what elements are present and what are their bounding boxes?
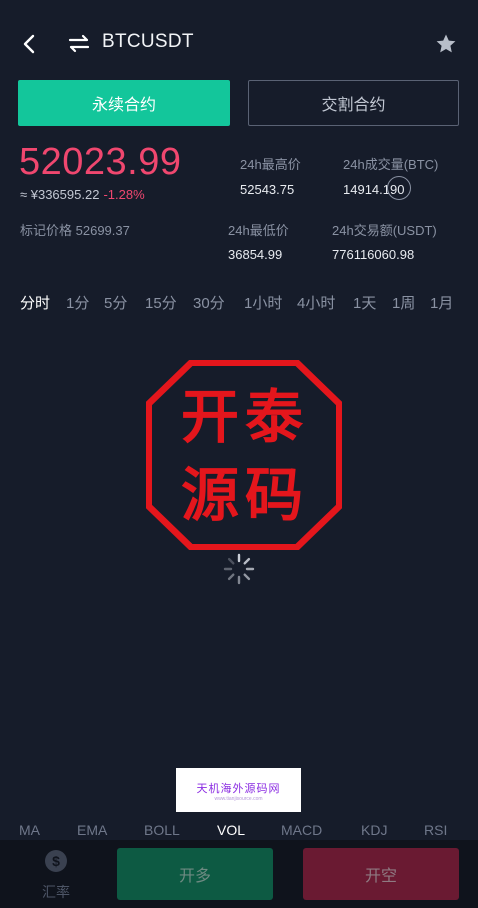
bottom-action-bar: $ 汇率 开多 开空 [0, 840, 478, 908]
tab-1hour[interactable]: 1小时 [244, 292, 282, 313]
tab-15min[interactable]: 15分 [145, 292, 177, 313]
top-bar: BTCUSDT [0, 22, 478, 66]
watermark-stamp: 开泰源码 [146, 360, 342, 550]
low-24h-label: 24h最低价 [228, 223, 289, 238]
tab-delivery-contract[interactable]: 交割合约 [248, 80, 459, 126]
indicator-rsi[interactable]: RSI [424, 822, 447, 838]
indicator-boll[interactable]: BOLL [144, 822, 180, 838]
last-price: 52023.99 [19, 141, 182, 183]
open-short-button[interactable]: 开空 [303, 848, 459, 900]
loading-spinner-icon [223, 553, 255, 585]
volume-24h-label: 24h成交量(BTC) [343, 157, 439, 172]
indicator-vol[interactable]: VOL [217, 822, 245, 838]
stamp-text: 开泰源码 [180, 383, 309, 529]
indicator-kdj[interactable]: KDJ [361, 822, 387, 838]
symbol-title[interactable]: BTCUSDT [102, 31, 194, 53]
time-interval-tabs: 分时 1分 5分 15分 30分 1小时 4小时 1天 1周 1月 [0, 292, 478, 314]
price-change-percent: -1.28% [103, 187, 145, 202]
site-watermark: 天机海外源码网 www.tianjisource.com [176, 768, 301, 812]
tab-1month[interactable]: 1月 [430, 292, 453, 313]
mark-price-row: 标记价格 52699.37 [20, 220, 130, 239]
back-arrow-icon[interactable] [18, 32, 42, 56]
dollar-icon: $ [45, 850, 67, 872]
tab-30min[interactable]: 30分 [193, 292, 225, 313]
exchange-rate-button[interactable]: $ 汇率 [30, 844, 82, 904]
open-long-button[interactable]: 开多 [117, 848, 273, 900]
watermark-subtext: www.tianjisource.com [214, 796, 263, 802]
turnover-24h-value: 776116060.98 [332, 247, 415, 262]
turnover-24h-label: 24h交易额(USDT) [332, 223, 437, 238]
high-24h-value: 52543.75 [240, 182, 295, 197]
indicator-macd[interactable]: MACD [281, 822, 322, 838]
star-icon[interactable] [434, 32, 458, 56]
tab-time-line[interactable]: 分时 [20, 292, 50, 313]
low-24h-value: 36854.99 [228, 247, 283, 262]
high-24h-label: 24h最高价 [240, 157, 301, 172]
swap-icon[interactable] [68, 32, 90, 56]
price-cny: ≈ ¥336595.22 [20, 187, 100, 202]
touch-indicator-icon [387, 176, 411, 200]
exchange-rate-label: 汇率 [42, 884, 70, 900]
tab-5min[interactable]: 5分 [104, 292, 127, 313]
mark-price-value: 52699.37 [75, 223, 130, 238]
tab-4hour[interactable]: 4小时 [297, 292, 335, 313]
indicator-ma[interactable]: MA [19, 822, 40, 838]
tab-1min[interactable]: 1分 [66, 292, 89, 313]
indicator-tabs: MA EMA BOLL VOL MACD KDJ RSI [0, 822, 478, 840]
tab-perpetual-contract[interactable]: 永续合约 [18, 80, 230, 126]
tab-1day[interactable]: 1天 [353, 292, 376, 313]
watermark-text: 天机海外源码网 [196, 782, 281, 795]
indicator-ema[interactable]: EMA [77, 822, 107, 838]
mark-price-label: 标记价格 [20, 223, 73, 238]
tab-1week[interactable]: 1周 [392, 292, 415, 313]
price-cny-row: ≈ ¥336595.22 -1.28% [20, 187, 145, 202]
